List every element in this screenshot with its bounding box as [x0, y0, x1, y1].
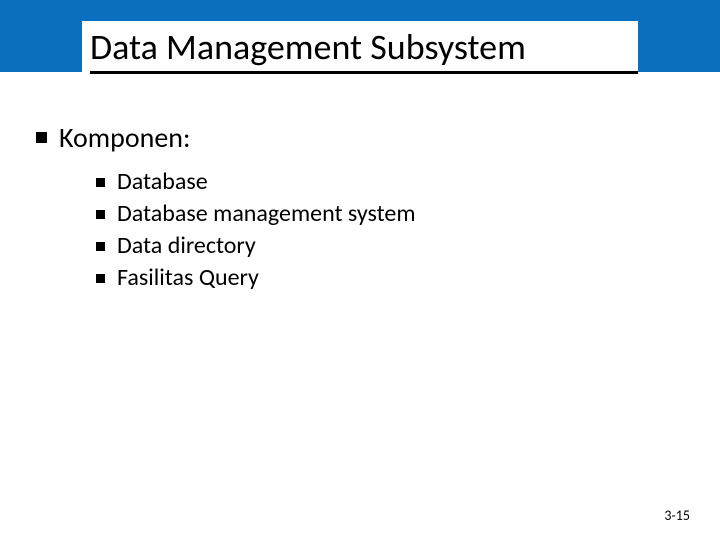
list-item: Data directory	[96, 231, 676, 260]
title-box: Data Management Subsystem	[82, 21, 638, 76]
sublist: Database Database management system Data…	[96, 167, 676, 292]
item-text: Data directory	[117, 231, 256, 260]
item-text: Database	[117, 167, 208, 196]
square-bullet-icon	[96, 178, 105, 187]
list-item: Database	[96, 167, 676, 196]
square-bullet-icon	[36, 132, 47, 143]
title-underline	[90, 71, 638, 74]
square-bullet-icon	[96, 274, 105, 283]
item-text: Fasilitas Query	[117, 263, 259, 292]
square-bullet-icon	[96, 242, 105, 251]
list-item: Database management system	[96, 199, 676, 228]
heading-text: Komponen:	[59, 120, 191, 155]
list-item: Komponen:	[36, 120, 676, 155]
square-bullet-icon	[96, 210, 105, 219]
slide-title: Data Management Subsystem	[90, 25, 638, 69]
slide: Data Management Subsystem Komponen: Data…	[0, 0, 720, 540]
list-item: Fasilitas Query	[96, 263, 676, 292]
item-text: Database management system	[117, 199, 416, 228]
body-area: Komponen: Database Database management s…	[36, 120, 676, 295]
page-number: 3-15	[664, 507, 690, 524]
